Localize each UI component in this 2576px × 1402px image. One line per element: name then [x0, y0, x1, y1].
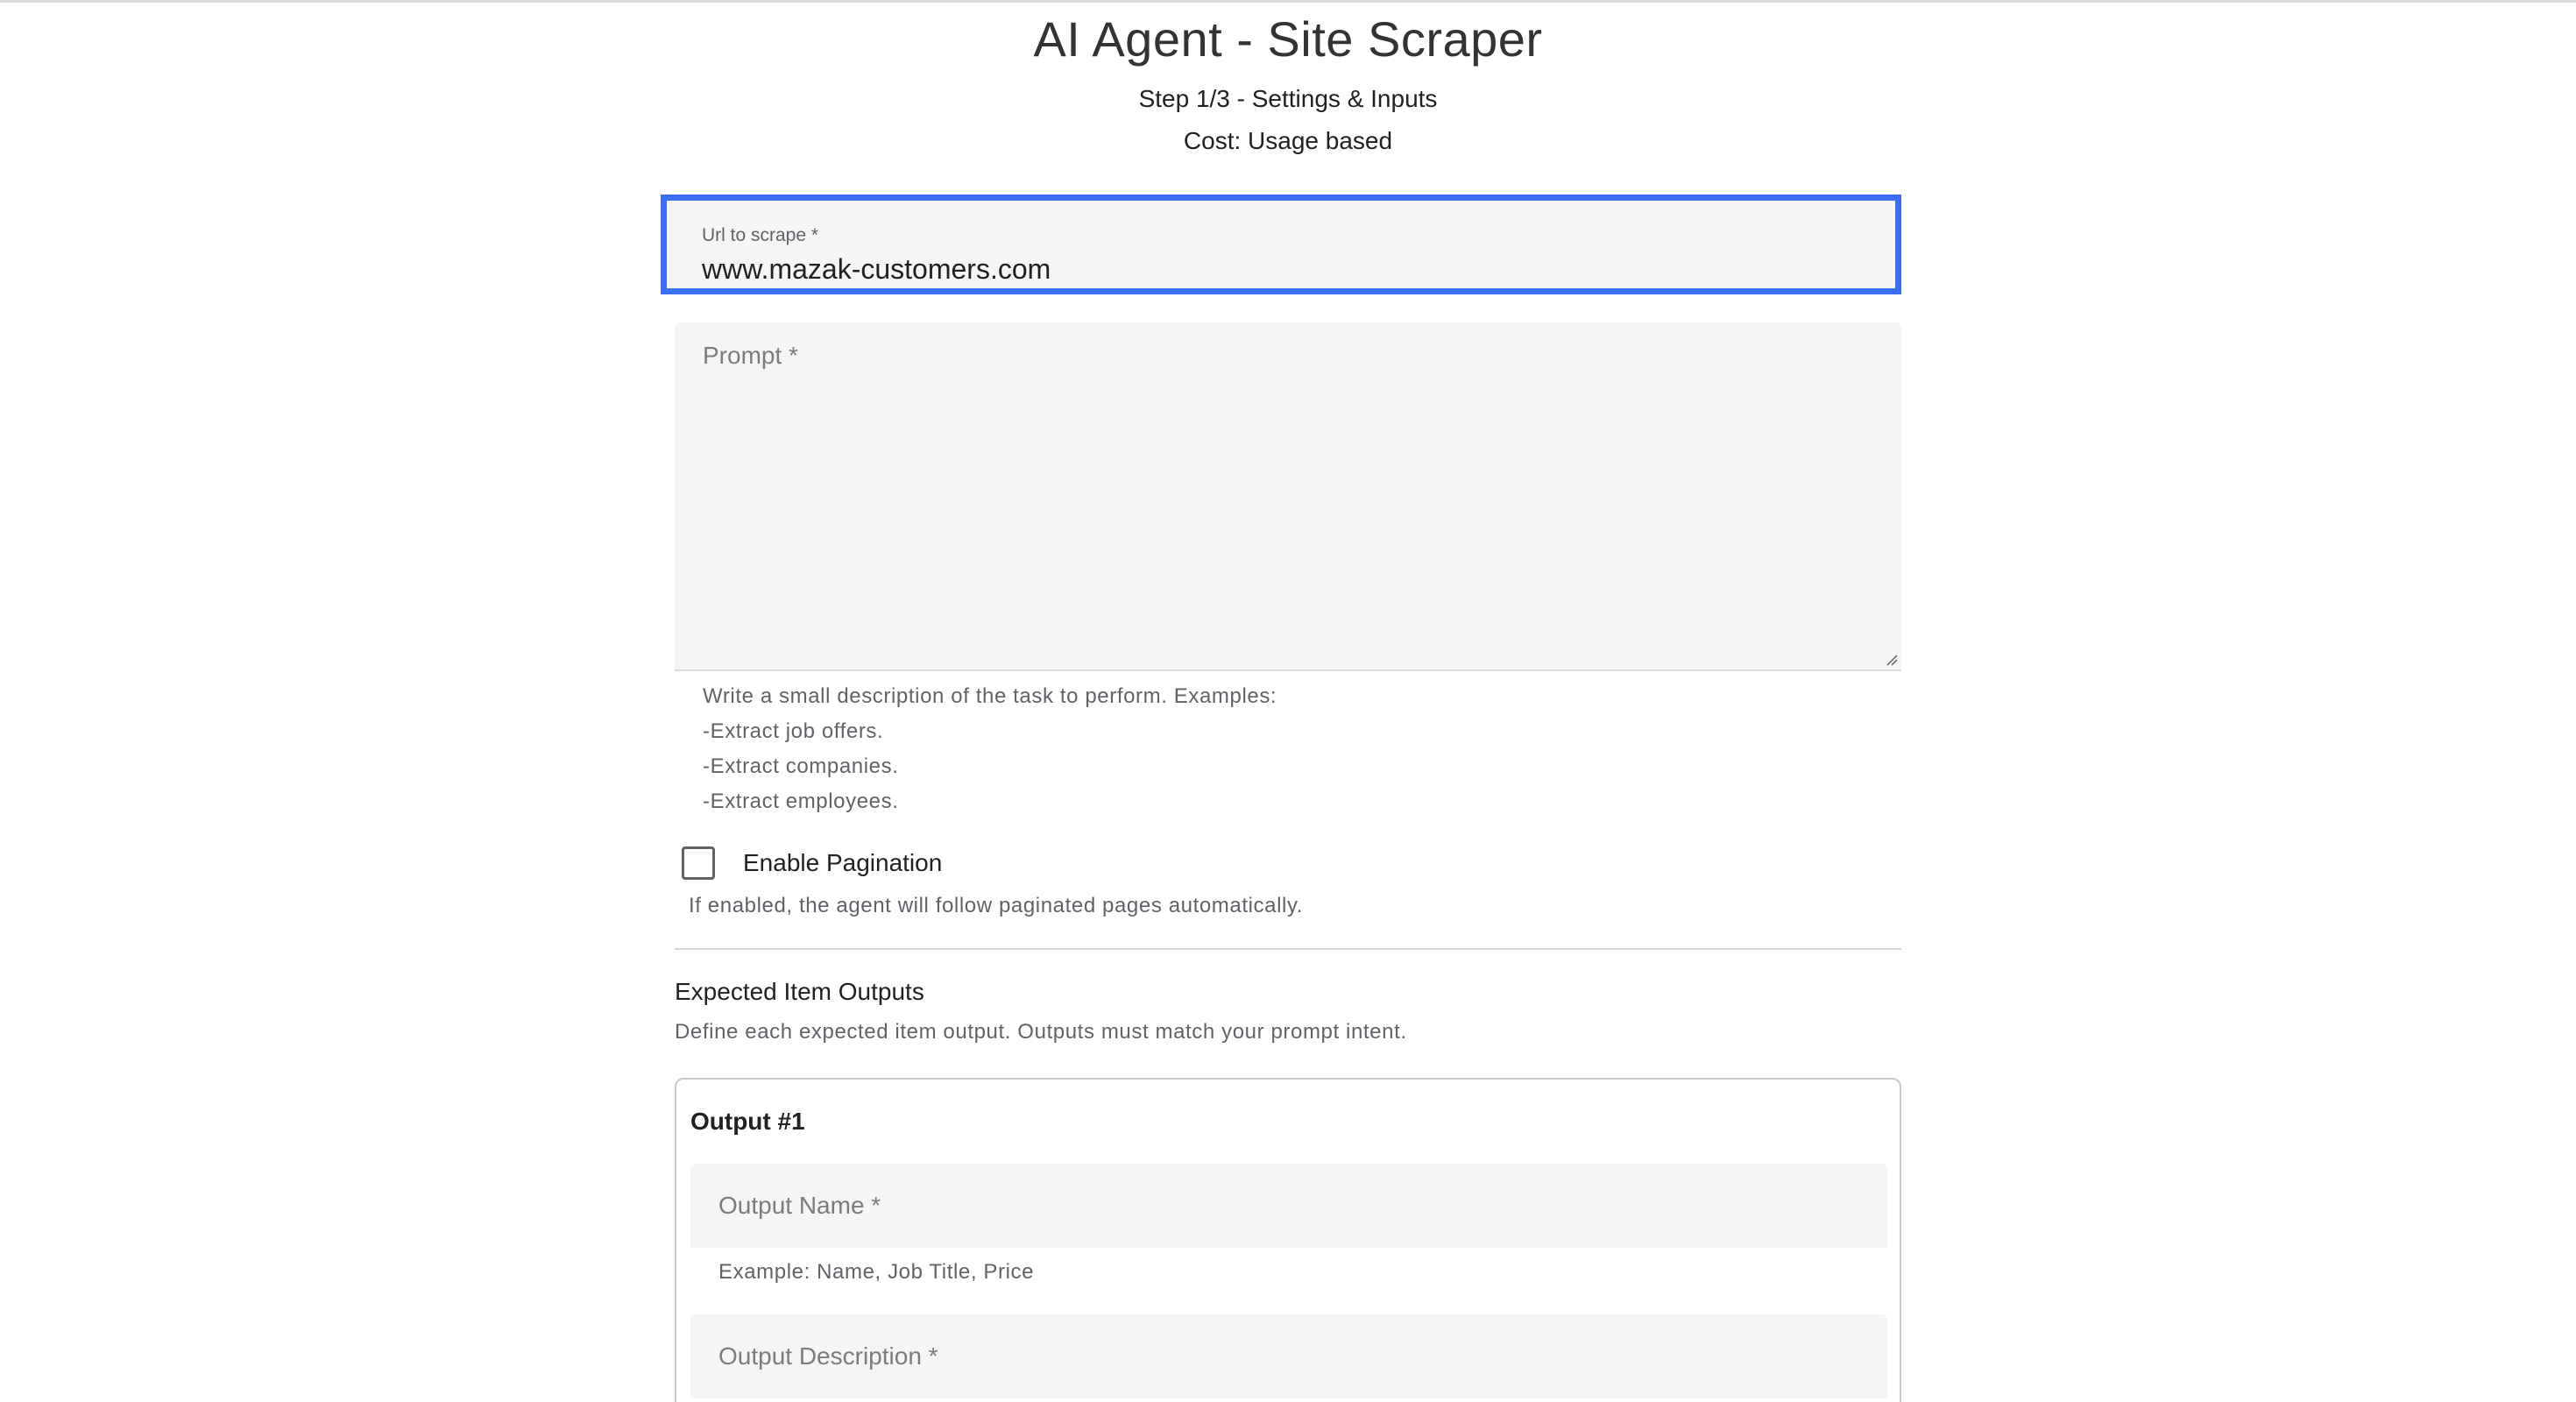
prompt-helper-text: Write a small description of the task to…	[703, 684, 1277, 708]
prompt-example-item: -Extract companies.	[703, 754, 899, 778]
section-divider	[675, 948, 1901, 950]
output-description-input[interactable]: Output Description *	[690, 1314, 1887, 1398]
url-field[interactable]: Url to scrape *	[661, 195, 1901, 294]
output-description-placeholder: Output Description *	[718, 1342, 938, 1370]
page-title: AI Agent - Site Scraper	[1033, 11, 1543, 67]
outputs-section-description: Define each expected item output. Output…	[675, 1020, 1407, 1044]
url-input[interactable]	[702, 253, 1858, 286]
cost-label: Cost: Usage based	[1183, 127, 1393, 154]
output-name-input[interactable]: Output Name *	[690, 1164, 1887, 1248]
output-name-placeholder: Output Name *	[718, 1192, 881, 1219]
prompt-placeholder: Prompt *	[703, 342, 798, 369]
pagination-label[interactable]: Enable Pagination	[743, 848, 942, 878]
resize-handle-icon[interactable]	[1884, 652, 1898, 666]
outputs-section-title: Expected Item Outputs	[675, 978, 924, 1005]
output-name-hint: Example: Name, Job Title, Price	[718, 1260, 1035, 1284]
prompt-example-item: -Extract employees.	[703, 790, 899, 813]
output-card: Output #1 Output Name * Example: Name, J…	[675, 1078, 1901, 1402]
pagination-hint: If enabled, the agent will follow pagina…	[689, 894, 1304, 917]
top-divider	[0, 0, 2576, 3]
url-field-label: Url to scrape *	[702, 225, 819, 245]
scraper-settings-page: AI Agent - Site Scraper Step 1/3 - Setti…	[0, 0, 2576, 1402]
prompt-example-item: -Extract job offers.	[703, 719, 884, 743]
output-card-title: Output #1	[690, 1108, 805, 1135]
prompt-textarea[interactable]: Prompt *	[675, 322, 1901, 671]
step-indicator: Step 1/3 - Settings & Inputs	[1138, 85, 1438, 112]
pagination-checkbox[interactable]	[682, 846, 715, 880]
